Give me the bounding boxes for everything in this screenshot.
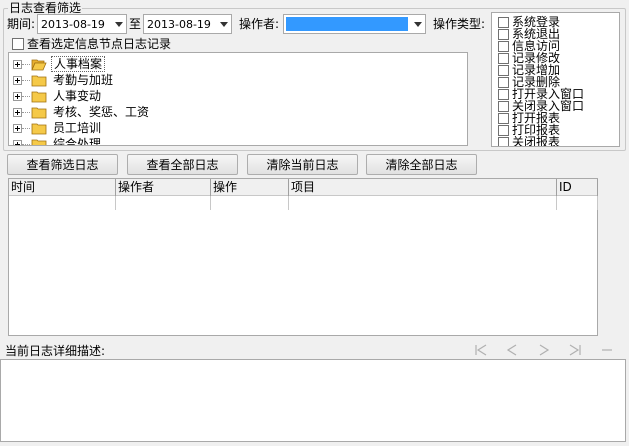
expand-icon[interactable] <box>13 75 22 85</box>
chevron-down-icon[interactable] <box>216 15 231 33</box>
grid-row-separator <box>116 196 211 210</box>
column-header-operation[interactable]: 操作 <box>211 179 289 196</box>
column-header-operator[interactable]: 操作者 <box>116 179 211 196</box>
log-detail-textarea[interactable] <box>0 359 626 442</box>
tree-item-label: 考勤与加班 <box>53 73 114 87</box>
op-type-label-text: 打开报表 <box>512 110 561 125</box>
column-header-time[interactable]: 时间 <box>9 179 116 196</box>
op-type-label-text: 记录增加 <box>512 62 561 77</box>
start-date-value: 2013-08-19 <box>41 17 105 31</box>
view-all-logs-button[interactable]: 查看全部日志 <box>127 154 238 175</box>
filter-group-title: 日志查看筛选 <box>8 1 83 15</box>
op-type-label-text: 记录删除 <box>512 74 561 89</box>
grid-header: 时间 操作者 操作 项目 ID <box>9 179 598 196</box>
op-type-label-text: 系统登录 <box>512 14 561 29</box>
op-type-checkbox[interactable] <box>498 112 509 124</box>
grid-row-separator <box>289 196 557 210</box>
op-type-checkbox[interactable] <box>498 16 509 28</box>
operator-select[interactable] <box>283 14 426 34</box>
op-type-label: 操作类型: <box>433 17 486 31</box>
expand-icon[interactable] <box>13 139 22 145</box>
op-type-checkbox[interactable] <box>498 64 509 76</box>
view-filtered-logs-button[interactable]: 查看筛选日志 <box>7 154 118 175</box>
info-node-tree[interactable]: 人事档案 考勤与加班 人事变动 考核、奖惩、工资 员工培训 综合处理 <box>8 52 468 146</box>
op-type-checkbox[interactable] <box>498 100 509 112</box>
column-header-item[interactable]: 项目 <box>289 179 557 196</box>
op-type-item[interactable]: 关闭报表 <box>495 134 561 147</box>
end-date-picker[interactable]: 2013-08-19 <box>143 14 232 34</box>
operator-selected-value <box>286 17 408 31</box>
op-type-label-text: 关闭报表 <box>512 134 561 147</box>
expand-icon[interactable] <box>13 123 22 133</box>
folder-icon <box>31 91 47 102</box>
node-filter-label: 查看选定信息节点日志记录 <box>27 37 172 51</box>
op-type-label-text: 系统退出 <box>512 26 561 41</box>
tree-item-label: 综合处理 <box>53 137 102 146</box>
clear-current-log-button[interactable]: 清除当前日志 <box>247 154 358 175</box>
tree-item-label: 员工培训 <box>53 121 102 135</box>
tree-item-label: 人事变动 <box>53 89 102 103</box>
op-type-checkbox[interactable] <box>498 88 509 100</box>
operator-label: 操作者: <box>239 17 280 31</box>
next-record-icon[interactable] <box>537 344 551 356</box>
log-grid[interactable]: 时间 操作者 操作 项目 ID <box>8 178 598 336</box>
clear-icon[interactable] <box>600 344 614 356</box>
clear-all-logs-button[interactable]: 清除全部日志 <box>366 154 477 175</box>
op-type-checkbox[interactable] <box>498 40 509 52</box>
expand-icon[interactable] <box>13 107 22 117</box>
op-type-checkbox[interactable] <box>498 28 509 40</box>
folder-icon <box>31 75 47 86</box>
tree-item[interactable]: 综合处理 <box>9 136 103 146</box>
end-date-value: 2013-08-19 <box>147 17 211 31</box>
grid-row-separator <box>9 196 116 210</box>
tree-item[interactable]: 考勤与加班 <box>9 72 115 88</box>
grid-row-separator <box>211 196 289 210</box>
node-filter-checkbox[interactable] <box>12 38 24 50</box>
last-record-icon[interactable] <box>568 344 582 356</box>
details-label: 当前日志详细描述: <box>5 344 106 358</box>
folder-icon <box>31 123 47 134</box>
tree-item[interactable]: 员工培训 <box>9 120 103 136</box>
tree-item[interactable]: 人事档案 <box>9 56 106 72</box>
folder-icon <box>31 107 47 118</box>
tree-item[interactable]: 人事变动 <box>9 88 103 104</box>
tree-item-label: 人事档案 <box>51 56 106 72</box>
to-label: 至 <box>129 17 142 31</box>
first-record-icon[interactable] <box>474 344 488 356</box>
op-type-label-text: 打开录入窗口 <box>512 86 585 101</box>
tree-item[interactable]: 考核、奖惩、工资 <box>9 104 151 120</box>
chevron-down-icon[interactable] <box>410 15 425 33</box>
tree-item-label: 考核、奖惩、工资 <box>53 105 150 119</box>
grid-row-separator <box>557 196 598 210</box>
chevron-down-icon[interactable] <box>111 15 126 33</box>
prev-record-icon[interactable] <box>505 344 519 356</box>
folder-icon <box>31 139 47 145</box>
op-type-checklist[interactable]: 系统登录 系统退出 信息访问 记录修改 记录增加 记录删除 打开录入窗口 关闭录… <box>491 12 620 147</box>
op-type-checkbox[interactable] <box>498 124 509 136</box>
op-type-checkbox[interactable] <box>498 52 509 64</box>
period-label: 期间: <box>7 17 36 31</box>
folder-open-icon <box>31 59 47 70</box>
op-type-label-text: 关闭录入窗口 <box>512 98 585 113</box>
op-type-label-text: 信息访问 <box>512 38 561 53</box>
op-type-checkbox[interactable] <box>498 136 509 146</box>
expand-icon[interactable] <box>13 59 22 69</box>
op-type-label-text: 记录修改 <box>512 50 561 65</box>
start-date-picker[interactable]: 2013-08-19 <box>37 14 127 34</box>
column-header-id[interactable]: ID <box>557 179 598 196</box>
expand-icon[interactable] <box>13 91 22 101</box>
op-type-checkbox[interactable] <box>498 76 509 88</box>
op-type-label-text: 打印报表 <box>512 122 561 137</box>
